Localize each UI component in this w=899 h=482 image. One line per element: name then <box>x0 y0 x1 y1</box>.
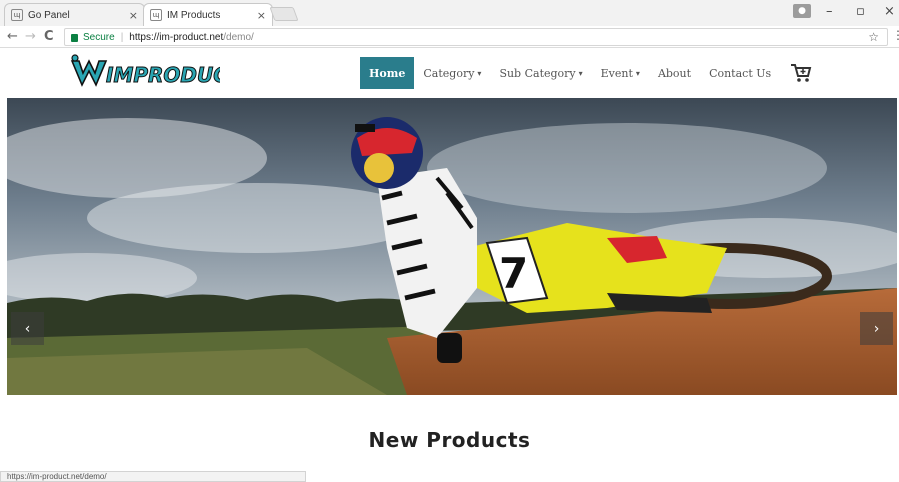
tab-im-products[interactable]: ɰ IM Products × <box>143 3 273 26</box>
site-header: IMPRODUCT Home Category ▾ Sub Category ▾… <box>0 48 899 98</box>
chevron-down-icon: ▾ <box>477 68 482 78</box>
browser-menu-icon[interactable]: ⋮ <box>892 28 899 42</box>
bike-number-plate: 7 <box>499 249 528 298</box>
carousel-prev-button[interactable]: ‹ <box>11 312 44 345</box>
tab-label: Go Panel <box>28 9 70 21</box>
nav-category-label: Category <box>423 66 475 80</box>
hero-carousel[interactable]: 7 ‹ › <box>7 98 897 395</box>
close-tab-icon[interactable]: × <box>129 9 138 22</box>
minimize-icon[interactable]: – <box>826 4 833 19</box>
browser-tab-bar: ɰ Go Panel × ɰ IM Products × ● – ▫ × <box>0 0 899 26</box>
back-icon[interactable]: ← <box>7 29 18 44</box>
secure-indicator[interactable]: Secure <box>71 32 115 43</box>
carousel-next-button[interactable]: › <box>860 312 893 345</box>
url-input[interactable]: Secure | https://im-product.net /demo/ ☆ <box>64 28 888 46</box>
nav-home[interactable]: Home <box>360 57 415 89</box>
nav-sub-category[interactable]: Sub Category ▾ <box>490 57 591 89</box>
url-host: https://im-product.net <box>129 31 224 43</box>
new-products-heading: New Products <box>368 428 531 452</box>
address-bar-row: ← → C Secure | https://im-product.net /d… <box>0 26 899 48</box>
bookmark-star-icon[interactable]: ☆ <box>868 30 879 44</box>
reload-icon[interactable]: C <box>44 29 54 44</box>
url-path: /demo/ <box>223 31 254 43</box>
nav-about-label: About <box>657 66 692 80</box>
user-profile-icon[interactable]: ● <box>793 4 811 18</box>
main-nav: Home Category ▾ Sub Category ▾ Event ▾ A… <box>360 57 814 89</box>
cart-icon[interactable] <box>790 61 814 85</box>
browser-status-bar: https://im-product.net/demo/ <box>0 471 306 482</box>
nav-contact-label: Contact Us <box>709 66 772 80</box>
nav-event[interactable]: Event ▾ <box>592 57 649 89</box>
nav-sub-category-label: Sub Category <box>499 66 576 80</box>
go-panel-favicon-icon: ɰ <box>11 9 23 21</box>
chevron-right-icon: › <box>873 320 880 337</box>
chevron-left-icon: ‹ <box>24 320 31 337</box>
url-separator: | <box>120 31 124 43</box>
tab-go-panel[interactable]: ɰ Go Panel × <box>4 3 145 26</box>
logo-dot <box>71 54 79 62</box>
close-tab-icon[interactable]: × <box>257 9 266 22</box>
im-products-favicon-icon: ɰ <box>150 9 162 21</box>
tab-label: IM Products <box>167 9 221 21</box>
window-close-icon[interactable]: × <box>884 4 895 19</box>
logo-text: IMPRODUCT <box>106 63 220 87</box>
nav-home-label: Home <box>369 66 406 80</box>
chevron-down-icon: ▾ <box>635 68 640 78</box>
lock-icon <box>71 34 78 42</box>
logo-mark <box>70 59 108 87</box>
site-logo[interactable]: IMPRODUCT <box>70 53 220 91</box>
hero-image: 7 <box>7 98 897 395</box>
chevron-down-icon: ▾ <box>578 68 583 78</box>
nav-event-label: Event <box>600 66 633 80</box>
secure-label: Secure <box>83 31 115 43</box>
forward-icon[interactable]: → <box>25 29 36 44</box>
nav-category[interactable]: Category ▾ <box>414 57 490 89</box>
nav-about[interactable]: About <box>649 57 700 89</box>
nav-contact[interactable]: Contact Us <box>700 57 780 89</box>
restore-icon[interactable]: ▫ <box>856 4 865 19</box>
new-tab-button[interactable] <box>269 7 299 21</box>
